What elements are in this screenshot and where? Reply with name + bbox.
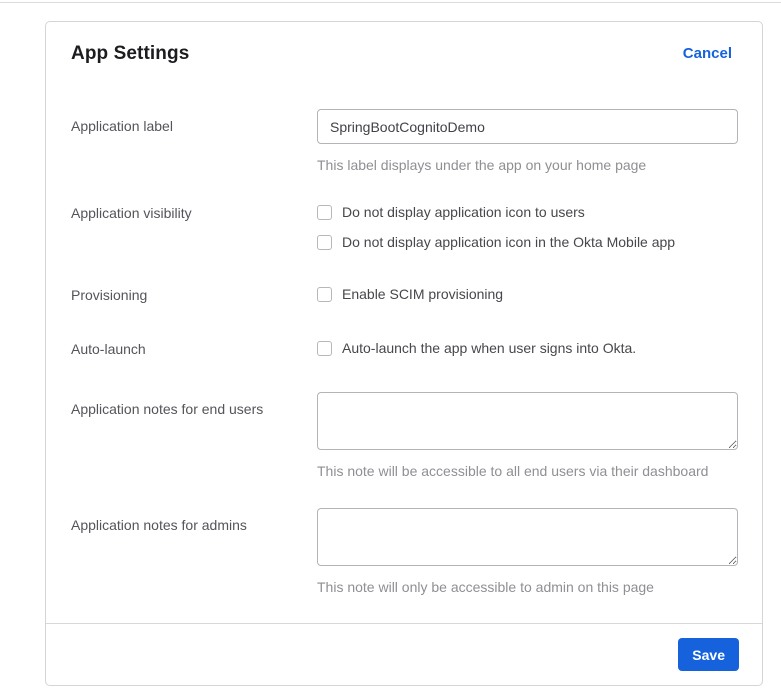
form-row-application-label: Application label This label displays un… bbox=[71, 109, 738, 174]
notes-end-users-helper: This note will be accessible to all end … bbox=[317, 463, 709, 479]
card-header: App Settings Cancel bbox=[71, 43, 738, 65]
cancel-link[interactable]: Cancel bbox=[683, 43, 732, 65]
scim-provisioning-checkbox[interactable] bbox=[317, 286, 332, 302]
notes-admins-label: Application notes for admins bbox=[71, 517, 247, 533]
app-settings-card: App Settings Cancel Application label Th… bbox=[45, 21, 763, 686]
notes-end-users-label: Application notes for end users bbox=[71, 401, 264, 417]
form-row-notes-end-users: Application notes for end users This not… bbox=[71, 392, 738, 480]
save-button[interactable]: Save bbox=[678, 638, 739, 671]
form-row-auto-launch: Auto-launch Auto-launch the app when use… bbox=[71, 340, 738, 358]
auto-launch-option: Auto-launch the app when user signs into… bbox=[317, 340, 738, 356]
auto-launch-option-label: Auto-launch the app when user signs into… bbox=[342, 340, 637, 356]
notes-end-users-textarea[interactable] bbox=[317, 392, 738, 450]
visibility-mobile-option: Do not display application icon in the O… bbox=[317, 234, 738, 250]
visibility-users-checkbox[interactable] bbox=[317, 204, 332, 220]
form-row-application-visibility: Application visibility Do not display ap… bbox=[71, 204, 738, 250]
application-visibility-label: Application visibility bbox=[71, 205, 192, 221]
visibility-users-option: Do not display application icon to users bbox=[317, 204, 738, 220]
app-settings-form: App Settings Cancel Application label Th… bbox=[46, 22, 762, 623]
page-top-divider bbox=[0, 2, 781, 3]
auto-launch-label: Auto-launch bbox=[71, 341, 146, 357]
application-label-label: Application label bbox=[71, 118, 173, 134]
page-title: App Settings bbox=[71, 43, 190, 64]
notes-admins-helper: This note will only be accessible to adm… bbox=[317, 579, 654, 595]
card-footer: Save bbox=[46, 623, 762, 685]
scim-provisioning-label: Enable SCIM provisioning bbox=[342, 286, 504, 302]
application-label-helper: This label displays under the app on you… bbox=[317, 157, 647, 173]
application-label-input[interactable] bbox=[317, 109, 738, 144]
auto-launch-checkbox[interactable] bbox=[317, 340, 332, 356]
scim-provisioning-option: Enable SCIM provisioning bbox=[317, 286, 738, 302]
visibility-mobile-label: Do not display application icon in the O… bbox=[342, 234, 676, 250]
form-row-notes-admins: Application notes for admins This note w… bbox=[71, 508, 738, 596]
provisioning-label: Provisioning bbox=[71, 287, 148, 303]
notes-admins-textarea[interactable] bbox=[317, 508, 738, 566]
visibility-mobile-checkbox[interactable] bbox=[317, 234, 332, 250]
visibility-users-label: Do not display application icon to users bbox=[342, 204, 585, 220]
form-row-provisioning: Provisioning Enable SCIM provisioning bbox=[71, 286, 738, 304]
